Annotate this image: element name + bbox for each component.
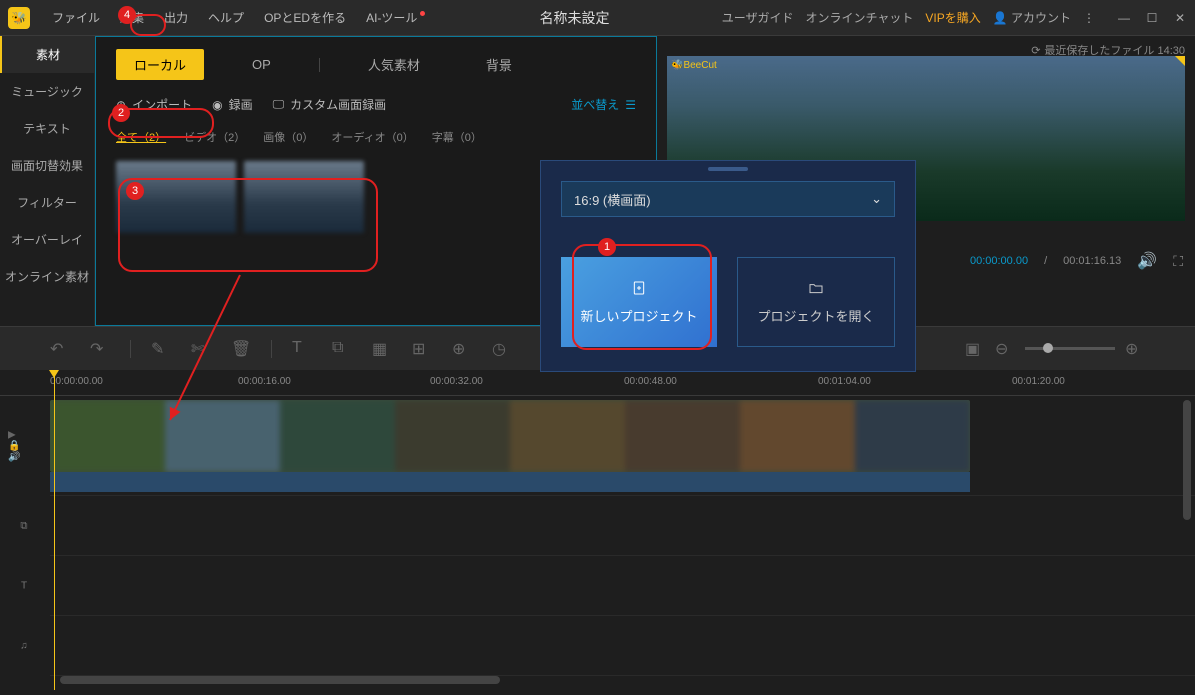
zoom-out-icon[interactable]: ⊖ [995, 339, 1015, 359]
new-project-modal: 16:9 (横画面) ⌄ 新しいプロジェクト プロジェクトを開く [540, 160, 916, 372]
audio-waveform[interactable] [50, 472, 970, 492]
menu-op-ed[interactable]: OPとEDを作る [254, 9, 356, 26]
modal-drag-handle[interactable] [708, 167, 748, 171]
text-icon[interactable]: T [292, 339, 312, 359]
sidebar-item-filter[interactable]: フィルター [0, 184, 94, 221]
undo-icon[interactable]: ↶ [50, 339, 70, 359]
open-project-button[interactable]: プロジェクトを開く [737, 257, 895, 347]
video-clip[interactable] [50, 400, 970, 472]
audio-track-icon: ♫ [4, 640, 44, 651]
file-plus-icon [631, 280, 647, 296]
fullscreen-icon[interactable]: ⛶ [1173, 253, 1183, 270]
ruler-tick: 00:00:48.00 [624, 376, 677, 387]
annotation-number-1: 1 [598, 238, 616, 256]
sidebar-item-media[interactable]: 素材 [0, 36, 94, 73]
audio-track[interactable]: ♫ [50, 616, 1195, 676]
menu-file[interactable]: ファイル [42, 9, 110, 26]
video-track[interactable]: ▶🔒🔊 [50, 396, 1195, 496]
crop-icon[interactable]: ⧉ [332, 339, 352, 359]
media-thumb[interactable] [244, 161, 364, 233]
window-minimize[interactable]: — [1117, 11, 1131, 25]
sort-button[interactable]: 並べ替え ☰ [571, 96, 636, 113]
cut-icon[interactable]: ✄ [191, 339, 211, 359]
window-maximize[interactable]: ☐ [1145, 11, 1159, 25]
time-separator: / [1044, 255, 1047, 267]
current-time: 00:00:00.00 [970, 255, 1028, 267]
media-tab-bg[interactable]: 背景 [468, 49, 530, 80]
annotation-number-4: 4 [118, 6, 136, 24]
speed-icon[interactable]: ◷ [492, 339, 512, 359]
sidebar-item-music[interactable]: ミュージック [0, 73, 94, 110]
text-track[interactable]: T [50, 556, 1195, 616]
link-account[interactable]: 👤 アカウント [993, 9, 1071, 26]
vertical-scrollbar[interactable] [1183, 400, 1191, 520]
chevron-down-icon: ⌄ [871, 191, 882, 207]
timeline-ruler[interactable]: 00:00:00.00 00:00:16.00 00:00:32.00 00:0… [0, 370, 1195, 396]
aspect-ratio-select[interactable]: 16:9 (横画面) ⌄ [561, 181, 895, 217]
pip-track-icon: ⧉ [4, 520, 44, 531]
menu-help[interactable]: ヘルプ [198, 9, 254, 26]
custom-record-button[interactable]: 🖵 カスタム画面録画 [273, 96, 387, 113]
kebab-menu-icon[interactable]: ⋮ [1083, 11, 1095, 25]
volume-icon[interactable]: 🔊 [1137, 251, 1157, 271]
filter-subtitle[interactable]: 字幕（0） [432, 129, 482, 145]
ruler-tick: 00:00:32.00 [430, 376, 483, 387]
annotation-number-2: 2 [112, 104, 130, 122]
delete-icon[interactable]: 🗑 [231, 339, 251, 359]
zoom-in-icon[interactable]: ⊕ [1125, 339, 1145, 359]
ruler-tick: 00:00:16.00 [238, 376, 291, 387]
app-logo: 🐝 [8, 7, 30, 29]
pip-track[interactable]: ⧉ [50, 496, 1195, 556]
filter-all[interactable]: 全て（2） [116, 129, 166, 145]
sidebar-item-transition[interactable]: 画面切替効果 [0, 147, 94, 184]
sidebar-item-online[interactable]: オンライン素材 [0, 258, 94, 295]
fit-icon[interactable]: ▣ [965, 339, 985, 359]
ruler-tick: 00:01:04.00 [818, 376, 871, 387]
redo-icon[interactable]: ↷ [90, 339, 110, 359]
record-button[interactable]: ◉ 録画 [212, 96, 253, 113]
playhead[interactable] [54, 370, 55, 690]
filter-audio[interactable]: オーディオ（0） [331, 129, 413, 145]
grid-icon[interactable]: ⊞ [412, 339, 432, 359]
sidebar-item-overlay[interactable]: オーバーレイ [0, 221, 94, 258]
mosaic-icon[interactable]: ▦ [372, 339, 392, 359]
zoom-icon[interactable]: ⊕ [452, 339, 472, 359]
link-online-chat[interactable]: オンラインチャット [805, 9, 913, 26]
watermark: 🐝BeeCut [671, 60, 717, 71]
zoom-slider[interactable] [1025, 347, 1115, 350]
project-title: 名称未設定 [427, 8, 721, 28]
folder-icon [808, 280, 824, 296]
corner-mark-icon [1175, 56, 1185, 66]
menu-export[interactable]: 出力 [154, 9, 198, 26]
filter-image[interactable]: 画像（0） [263, 129, 313, 145]
edit-icon[interactable]: ✎ [151, 339, 171, 359]
filter-video[interactable]: ビデオ（2） [184, 129, 245, 145]
window-close[interactable]: ✕ [1173, 11, 1187, 25]
video-track-icon: ▶🔒🔊 [8, 429, 20, 462]
titlebar: 🐝 ファイル 編集 出力 ヘルプ OPとEDを作る AI-ツール 名称未設定 ユ… [0, 0, 1195, 36]
media-tab-op[interactable]: OP [234, 51, 289, 78]
link-vip[interactable]: VIPを購入 [925, 9, 980, 26]
menu-ai-tools[interactable]: AI-ツール [356, 9, 427, 26]
annotation-number-3: 3 [126, 182, 144, 200]
sidebar-item-text[interactable]: テキスト [0, 110, 94, 147]
horizontal-scrollbar[interactable] [60, 676, 500, 684]
left-sidebar: 素材 ミュージック テキスト 画面切替効果 フィルター オーバーレイ オンライン… [0, 36, 95, 326]
media-tab-local[interactable]: ローカル [116, 49, 204, 80]
total-time: 00:01:16.13 [1063, 255, 1121, 267]
timeline: 00:00:00.00 00:00:16.00 00:00:32.00 00:0… [0, 370, 1195, 690]
text-track-icon: T [4, 580, 44, 591]
link-user-guide[interactable]: ユーザガイド [722, 9, 794, 26]
new-project-button[interactable]: 新しいプロジェクト [561, 257, 717, 347]
ruler-tick: 00:01:20.00 [1012, 376, 1065, 387]
media-tab-popular[interactable]: 人気素材 [350, 49, 438, 80]
